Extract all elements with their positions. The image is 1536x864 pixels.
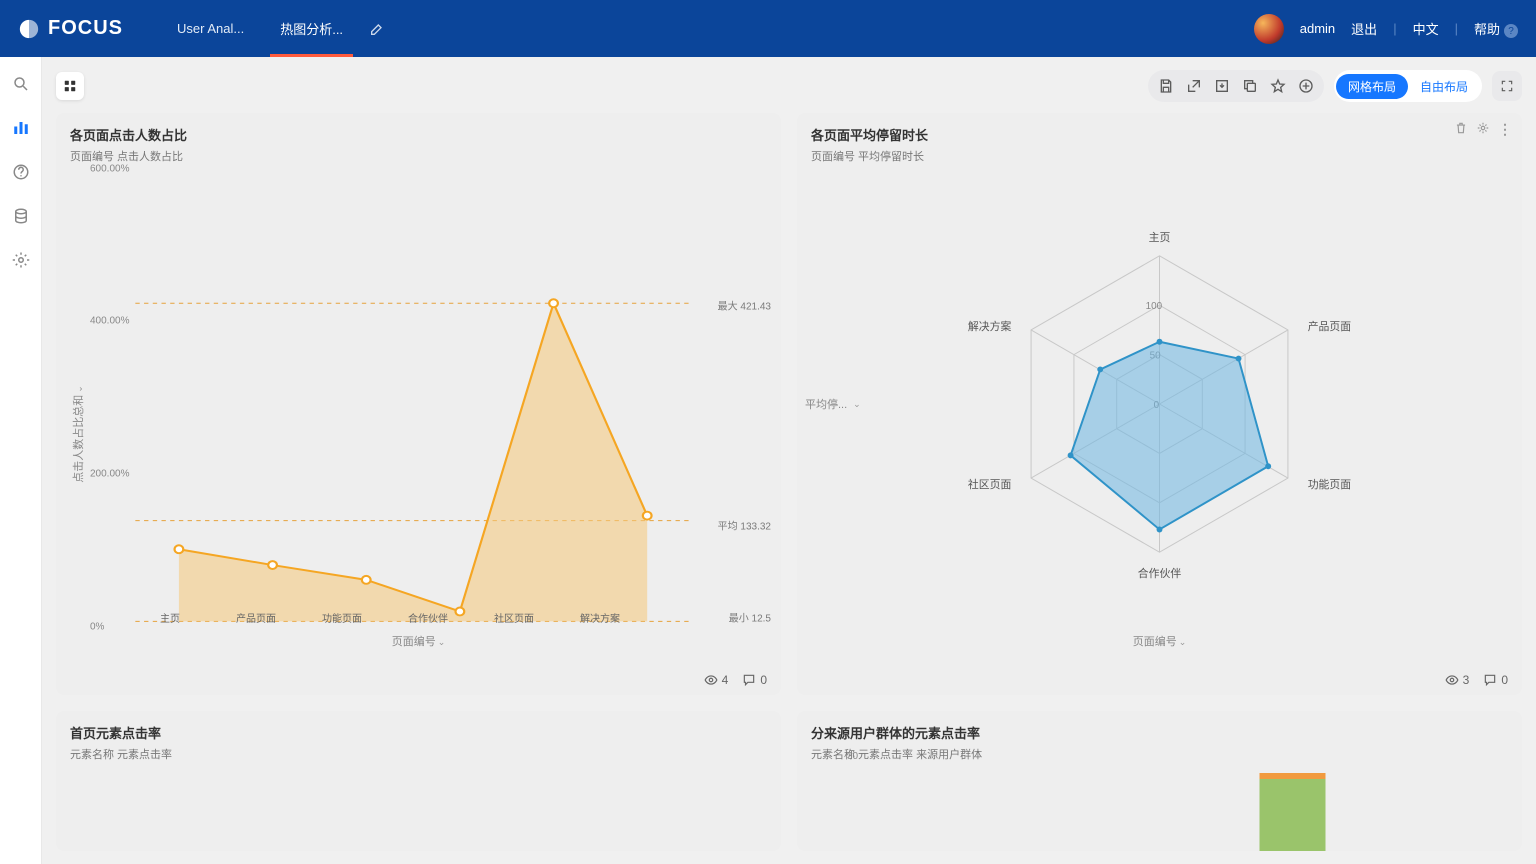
sidebar — [0, 57, 42, 864]
card-title: 分来源用户群体的元素点击率 — [811, 723, 1508, 742]
x-axis-label: 页面编号⌄ — [392, 633, 446, 649]
eye-icon — [1445, 673, 1459, 687]
language-toggle[interactable]: 中文 — [1413, 19, 1439, 38]
action-pill-group — [1148, 70, 1324, 102]
x-axis-label: 页面编号⌄ — [1133, 633, 1187, 649]
svg-text:功能页面: 功能页面 — [1308, 477, 1352, 491]
area-chart-svg — [70, 157, 767, 651]
card-title: 各页面点击人数占比 — [70, 125, 767, 144]
card-element-click-by-source: 分来源用户群体的元素点击率 元素名称 元素点击率 来源用户群体 30 — [797, 711, 1522, 851]
svg-text:主页: 主页 — [1149, 231, 1171, 244]
tab-heatmap-analysis[interactable]: 热图分析... — [262, 0, 361, 57]
card-subtitle: 元素名称 元素点击率 来源用户群体 — [811, 746, 1508, 762]
user-avatar[interactable] — [1254, 14, 1284, 44]
area-chart: 点击人数占比总和⌄ 0% 200.00% 400.00% 600.00% 主页 … — [70, 157, 767, 651]
apps-button[interactable] — [56, 72, 84, 100]
eye-icon — [704, 673, 718, 687]
edit-icon — [369, 21, 385, 37]
trash-icon — [1454, 121, 1468, 135]
help-link[interactable]: 帮助? — [1474, 19, 1518, 39]
card-avg-stay-time: 各页面平均停留时长 页面编号 平均停留时长 ⋮ 平均停...⌄ 页面编号⌄ — [797, 113, 1522, 695]
comment-icon — [742, 673, 756, 687]
card-page-click-ratio: 各页面点击人数占比 页面编号 点击人数占比 点击人数占比总和⌄ 0% 200.0… — [56, 113, 781, 695]
config-button[interactable] — [1476, 121, 1490, 138]
card-home-element-click-rate: 首页元素点击率 元素名称 元素点击率 — [56, 711, 781, 851]
header-tabs: User Anal... 热图分析... — [159, 0, 385, 57]
gear-icon — [1476, 121, 1490, 135]
header-right: admin 退出 | 中文 | 帮助? — [1254, 14, 1518, 44]
svg-text:100: 100 — [1146, 301, 1163, 312]
svg-text:社区页面: 社区页面 — [968, 477, 1012, 491]
more-button[interactable]: ⋮ — [1498, 121, 1512, 138]
comments-count: 0 — [1483, 673, 1508, 687]
card-actions: ⋮ — [1454, 121, 1512, 138]
fullscreen-button[interactable] — [1492, 71, 1522, 101]
download-icon[interactable] — [1214, 78, 1230, 94]
dashboard-icon[interactable] — [12, 119, 30, 137]
comments-count: 0 — [742, 673, 767, 687]
username[interactable]: admin — [1300, 21, 1335, 36]
card-subtitle: 元素名称 元素点击率 — [70, 746, 767, 762]
logout-link[interactable]: 退出 — [1351, 19, 1377, 38]
svg-text:合作伙伴: 合作伙伴 — [1138, 566, 1182, 580]
settings-icon[interactable] — [12, 251, 30, 269]
copy-icon[interactable] — [1242, 78, 1258, 94]
brand-logo: FOCUS — [18, 17, 123, 40]
views-count: 4 — [704, 673, 729, 687]
add-icon[interactable] — [1298, 78, 1314, 94]
fullscreen-icon — [1500, 79, 1514, 93]
delete-button[interactable] — [1454, 121, 1468, 138]
tab-user-analysis[interactable]: User Anal... — [159, 0, 262, 57]
stacked-bar-preview — [797, 761, 1522, 851]
brand-text: FOCUS — [48, 17, 123, 40]
svg-text:产品页面: 产品页面 — [1308, 319, 1352, 333]
dashboard-toolbar: 网格布局 自由布局 — [56, 67, 1522, 105]
layout-grid-button[interactable]: 网格布局 — [1336, 74, 1408, 99]
svg-text:解决方案: 解决方案 — [968, 319, 1012, 333]
main-content: 网格布局 自由布局 各页面点击人数占比 页面编号 点击人数占比 点击人数占比总和… — [42, 57, 1536, 864]
radar-chart-svg: 0 50 100 主页 产品页面 功能页面 合作伙伴 — [811, 157, 1508, 651]
card-footer: 3 0 — [1445, 673, 1508, 687]
card-footer: 4 0 — [704, 673, 767, 687]
search-icon[interactable] — [12, 75, 30, 93]
help-circle-icon[interactable] — [12, 163, 30, 181]
share-icon[interactable] — [1186, 78, 1202, 94]
focus-logo-icon — [18, 18, 40, 40]
y-axis-label: 点击人数占比总和⌄ — [70, 385, 86, 483]
layout-free-button[interactable]: 自由布局 — [1408, 74, 1480, 99]
views-count: 3 — [1445, 673, 1470, 687]
app-header: FOCUS User Anal... 热图分析... admin 退出 | 中文… — [0, 0, 1536, 57]
star-icon[interactable] — [1270, 78, 1286, 94]
apps-icon — [63, 79, 77, 93]
edit-tabs-button[interactable] — [369, 21, 385, 37]
layout-toggle: 网格布局 自由布局 — [1334, 70, 1482, 102]
save-icon[interactable] — [1158, 78, 1174, 94]
comment-icon — [1483, 673, 1497, 687]
card-title: 首页元素点击率 — [70, 723, 767, 742]
radar-chart: 页面编号⌄ — [811, 157, 1508, 651]
help-icon: ? — [1504, 24, 1518, 38]
card-title: 各页面平均停留时长 — [811, 125, 1508, 144]
database-icon[interactable] — [12, 207, 30, 225]
